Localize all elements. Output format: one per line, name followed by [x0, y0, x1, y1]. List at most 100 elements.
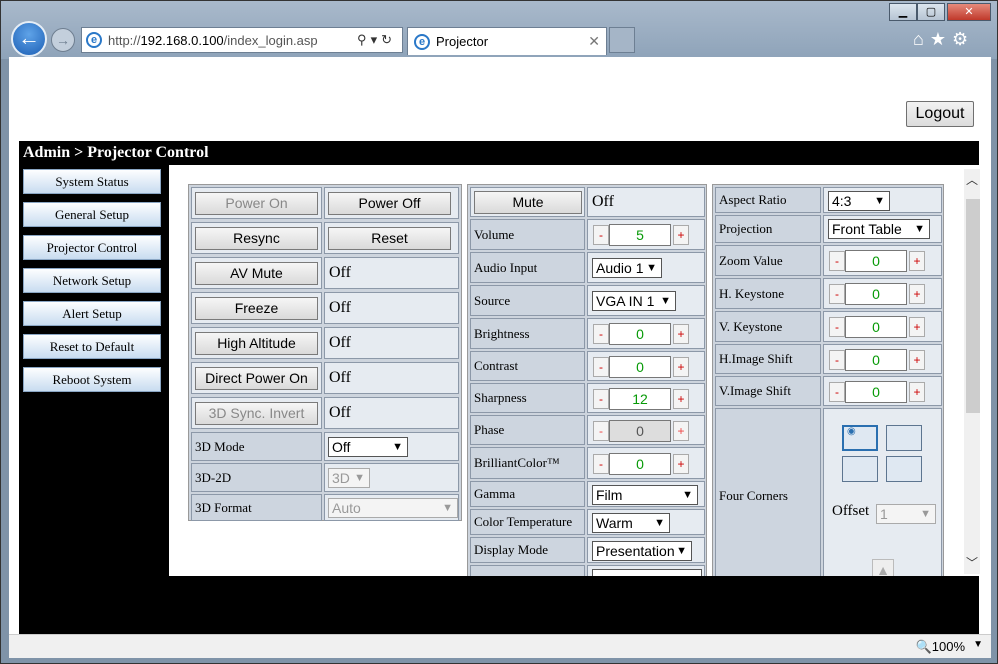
source-select[interactable]: VGA IN 1 ▼: [592, 291, 676, 311]
search-refresh-icons[interactable]: ⚲▾↻: [357, 32, 396, 48]
page-content: Logout Admin > Projector Control System …: [9, 57, 991, 634]
chevron-down-icon: ▼: [654, 517, 665, 529]
corner-bottom-left-icon[interactable]: [842, 456, 878, 482]
nav-system-status[interactable]: System Status: [23, 169, 161, 194]
plus-button[interactable]: +: [909, 317, 925, 337]
home-icon: ⌂: [913, 29, 930, 49]
h-keystone-stepper[interactable]: -0 +: [829, 283, 925, 305]
page-title: Admin > Projector Control: [19, 141, 979, 165]
minus-button[interactable]: -: [593, 324, 609, 344]
nav-reboot-system[interactable]: Reboot System: [23, 367, 161, 392]
plus-button[interactable]: +: [673, 389, 689, 409]
volume-stepper[interactable]: -5 +: [593, 224, 689, 246]
toolbar-icons[interactable]: ⌂★⚙: [913, 29, 974, 50]
browser-tab[interactable]: e Projector ✕: [407, 27, 607, 55]
scroll-thumb[interactable]: [966, 199, 980, 413]
nav-network-setup[interactable]: Network Setup: [23, 268, 161, 293]
minus-button[interactable]: -: [829, 251, 845, 271]
high-altitude-button[interactable]: High Altitude: [195, 332, 318, 355]
minus-button[interactable]: -: [829, 284, 845, 304]
chevron-down-icon[interactable]: ▼: [973, 639, 983, 650]
maximize-button[interactable]: ▢: [917, 3, 945, 21]
display-mode-select[interactable]: Presentation ▼: [592, 541, 692, 561]
direct-power-on-button[interactable]: Direct Power On: [195, 367, 318, 390]
projection-select[interactable]: Front Table ▼: [828, 219, 930, 239]
phase-stepper[interactable]: -0 +: [593, 420, 689, 442]
reset-button[interactable]: Reset: [328, 227, 451, 250]
minus-button[interactable]: -: [829, 350, 845, 370]
3d-format-select[interactable]: Auto ▼: [328, 498, 458, 518]
minimize-button[interactable]: ▁: [889, 3, 917, 21]
brightness-stepper[interactable]: -0 +: [593, 323, 689, 345]
corner-bottom-right-icon[interactable]: [886, 456, 922, 482]
power-on-button[interactable]: Power On: [195, 192, 318, 215]
arrow-up-icon[interactable]: ▲: [872, 559, 894, 576]
color-temperature-select[interactable]: Warm ▼: [592, 513, 670, 533]
mute-value: Off: [587, 187, 705, 217]
minus-button[interactable]: -: [829, 317, 845, 337]
freeze-button[interactable]: Freeze: [195, 297, 318, 320]
zoom-level[interactable]: 🔍100%: [916, 639, 965, 655]
zoom-value-stepper[interactable]: -0 +: [829, 250, 925, 272]
chevron-down-icon: ▼: [874, 195, 885, 207]
minus-button[interactable]: -: [593, 421, 609, 441]
minus-button[interactable]: -: [593, 357, 609, 377]
plus-button[interactable]: +: [909, 382, 925, 402]
back-button[interactable]: ←: [11, 21, 47, 57]
contrast-stepper[interactable]: -0 +: [593, 356, 689, 378]
h-image-shift-stepper[interactable]: -0 +: [829, 349, 925, 371]
close-tab-icon[interactable]: ✕: [588, 33, 600, 50]
nav-general-setup[interactable]: General Setup: [23, 202, 161, 227]
nav-projector-control[interactable]: Projector Control: [23, 235, 161, 260]
v-image-shift-stepper[interactable]: -0 +: [829, 381, 925, 403]
minus-button[interactable]: -: [593, 454, 609, 474]
3d-2d-select[interactable]: 3D ▼: [328, 468, 370, 488]
plus-button[interactable]: +: [673, 324, 689, 344]
v-keystone-stepper[interactable]: -0 +: [829, 316, 925, 338]
control-table-2: Mute Off Volume -5 + Audio Input Audio 1 ▼…: [467, 184, 707, 576]
power-off-button[interactable]: Power Off: [328, 192, 451, 215]
mute-button[interactable]: Mute: [474, 191, 582, 214]
audio-input-select[interactable]: Audio 1 ▼: [592, 258, 662, 278]
logout-button[interactable]: Logout: [906, 101, 974, 127]
plus-button[interactable]: +: [673, 421, 689, 441]
new-tab-button[interactable]: [609, 27, 635, 53]
partial-row-select[interactable]: [592, 569, 702, 576]
forward-button[interactable]: →: [51, 28, 75, 52]
minus-button[interactable]: -: [593, 389, 609, 409]
high-altitude-value: Off: [324, 327, 459, 359]
plus-button[interactable]: +: [673, 357, 689, 377]
volume-label: Volume: [470, 219, 585, 250]
corner-top-right-icon[interactable]: [886, 425, 922, 451]
3d-mode-select[interactable]: Off ▼: [328, 437, 408, 457]
gamma-label: Gamma: [470, 481, 585, 507]
av-mute-button[interactable]: AV Mute: [195, 262, 318, 285]
offset-select[interactable]: 1 ▼: [876, 504, 936, 524]
v-keystone-label: V. Keystone: [715, 311, 821, 342]
minus-button[interactable]: -: [829, 382, 845, 402]
scroll-down-icon[interactable]: ﹀: [964, 554, 980, 571]
nav-alert-setup[interactable]: Alert Setup: [23, 301, 161, 326]
display-mode-label: Display Mode: [470, 537, 585, 563]
plus-button[interactable]: +: [909, 350, 925, 370]
chevron-down-icon: ▼: [442, 502, 453, 514]
gamma-select[interactable]: Film ▼: [592, 485, 698, 505]
aspect-ratio-label: Aspect Ratio: [715, 187, 821, 213]
aspect-ratio-select[interactable]: 4:3 ▼: [828, 191, 890, 211]
plus-button[interactable]: +: [909, 284, 925, 304]
plus-button[interactable]: +: [909, 251, 925, 271]
brilliantcolor-stepper[interactable]: -0 +: [593, 453, 689, 475]
plus-button[interactable]: +: [673, 454, 689, 474]
3d-sync-invert-button[interactable]: 3D Sync. Invert: [195, 402, 318, 425]
close-window-button[interactable]: ✕: [947, 3, 991, 21]
plus-button[interactable]: +: [673, 225, 689, 245]
page-footer: [19, 576, 979, 634]
corner-top-left-icon[interactable]: ◉: [842, 425, 878, 451]
vertical-scrollbar[interactable]: ︿ ﹀: [964, 169, 980, 574]
resync-button[interactable]: Resync: [195, 227, 318, 250]
scroll-up-icon[interactable]: ︿: [964, 171, 980, 188]
nav-reset-to-default[interactable]: Reset to Default: [23, 334, 161, 359]
minus-button[interactable]: -: [593, 225, 609, 245]
address-bar[interactable]: e http://192.168.0.100/index_login.asp ⚲…: [81, 27, 403, 53]
sharpness-stepper[interactable]: -12 +: [593, 388, 689, 410]
